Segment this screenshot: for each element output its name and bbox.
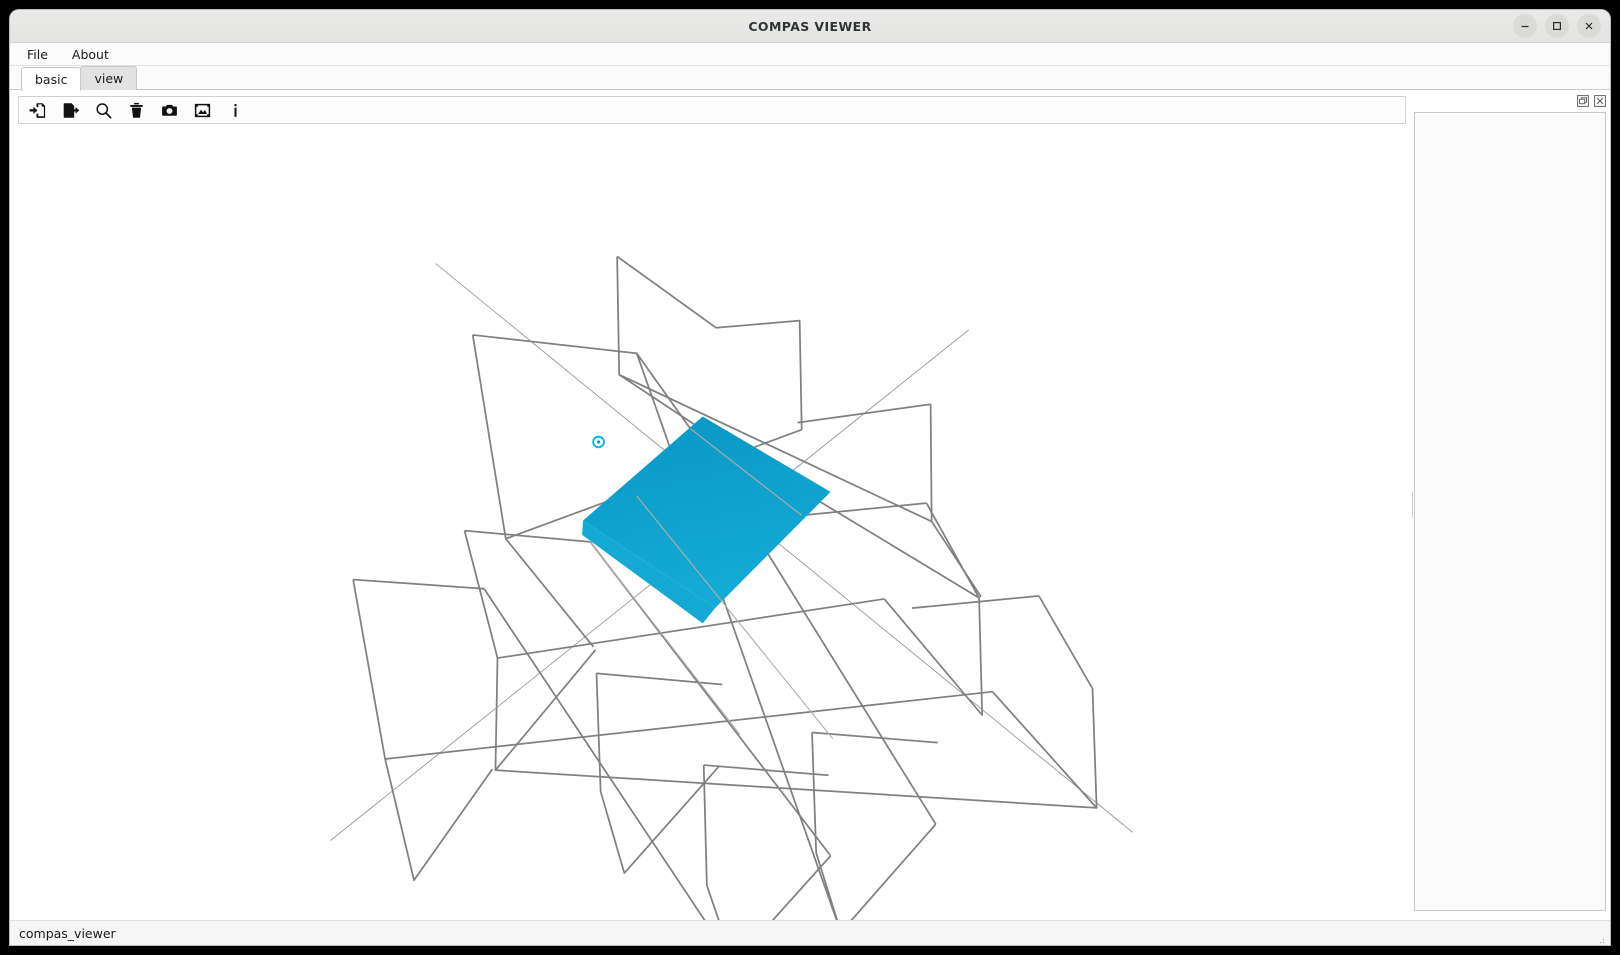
selection-marker[interactable] — [593, 437, 604, 448]
statusbar: compas_viewer — [10, 920, 1610, 945]
toolbar — [18, 96, 1406, 124]
minimize-icon — [1519, 20, 1531, 32]
file-export-icon — [61, 101, 80, 120]
window-title: COMPAS VIEWER — [748, 19, 871, 34]
left-pane — [10, 90, 1414, 920]
load-scene-button[interactable] — [21, 97, 54, 123]
tab-view[interactable]: view — [80, 66, 137, 90]
menu-about[interactable]: About — [69, 46, 112, 63]
info-button[interactable] — [219, 97, 252, 123]
menu-file[interactable]: File — [24, 46, 51, 63]
dock-header — [1414, 90, 1610, 112]
tabbar: basic view — [10, 66, 1610, 90]
fit-image-icon — [193, 101, 212, 120]
dock-splitter[interactable] — [1410, 90, 1416, 920]
titlebar: COMPAS VIEWER — [10, 10, 1610, 43]
app-window: COMPAS VIEWER File About basi — [10, 10, 1610, 945]
float-panel-button[interactable] — [1576, 94, 1590, 108]
zoom-selected-button[interactable] — [87, 97, 120, 123]
window-controls — [1513, 14, 1601, 38]
menubar: File About — [10, 43, 1610, 66]
mesh-quad[interactable] — [582, 416, 831, 623]
dock-content[interactable] — [1414, 112, 1606, 911]
float-window-icon — [1577, 92, 1589, 111]
file-import-icon — [28, 101, 47, 120]
fit-view-button[interactable] — [186, 97, 219, 123]
main-body — [10, 90, 1610, 920]
delete-button[interactable] — [120, 97, 153, 123]
save-scene-button[interactable] — [54, 97, 87, 123]
trash-icon — [127, 101, 146, 120]
camera-icon — [160, 101, 179, 120]
status-text: compas_viewer — [19, 926, 116, 941]
resize-grip-icon[interactable] — [1594, 930, 1606, 942]
close-button[interactable] — [1577, 14, 1601, 38]
minimize-button[interactable] — [1513, 14, 1537, 38]
maximize-icon — [1551, 20, 1563, 32]
close-box-icon — [1594, 92, 1606, 111]
capture-button[interactable] — [153, 97, 186, 123]
tab-basic[interactable]: basic — [21, 67, 81, 91]
info-icon — [226, 101, 245, 120]
dock-panel — [1414, 90, 1610, 920]
viewport-3d[interactable] — [18, 127, 1406, 920]
magnifier-icon — [94, 101, 113, 120]
close-icon — [1583, 20, 1595, 32]
close-panel-button[interactable] — [1593, 94, 1607, 108]
scene-canvas[interactable] — [18, 127, 1406, 920]
maximize-button[interactable] — [1545, 14, 1569, 38]
